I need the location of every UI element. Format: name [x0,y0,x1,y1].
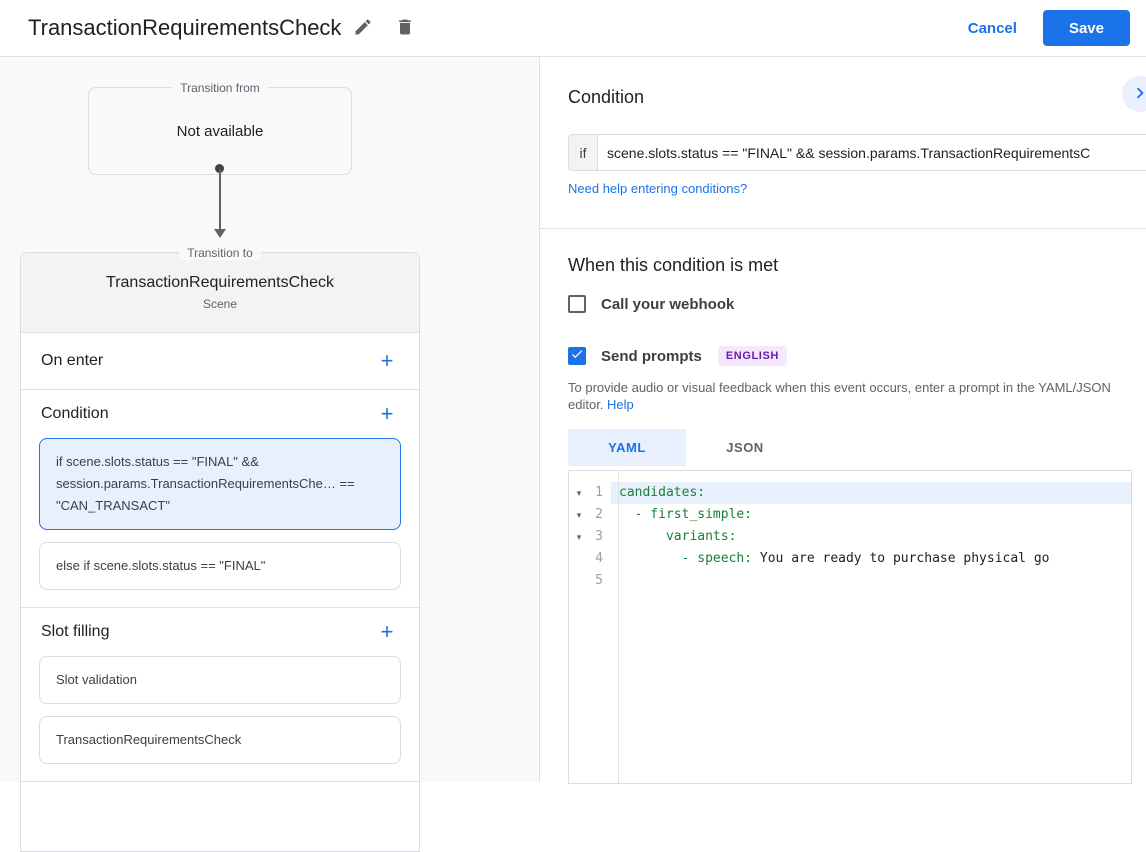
chevron-right-icon [1129,82,1146,107]
yaml-key: - first_simple: [619,507,753,522]
scene-card-header[interactable]: TransactionRequirementsCheck Scene [21,253,419,333]
cancel-button[interactable]: Cancel [968,20,1017,37]
header-actions: Cancel Save [968,10,1130,46]
checkmark-icon [570,347,584,366]
webhook-label: Call your webhook [601,295,735,313]
conditions-help-link[interactable]: Need help entering conditions? [568,181,747,196]
yaml-key: variants: [619,529,737,544]
scene-canvas: Transition from Not available Transition… [0,57,540,852]
add-condition-button[interactable]: + [373,400,401,428]
section-divider [540,228,1146,229]
webhook-row: Call your webhook [568,295,734,313]
fold-toggle-icon[interactable] [569,548,589,570]
fold-toggle-icon[interactable]: ▾ [569,504,589,526]
add-slot-filling-button[interactable]: + [373,618,401,646]
section-slot-filling: Slot filling + Slot validation Transacti… [21,608,419,782]
fold-toggle-icon[interactable]: ▾ [569,526,589,548]
webhook-checkbox[interactable] [568,295,586,313]
editor-line[interactable]: 4 - speech: You are ready to purchase ph… [569,548,1131,570]
delete-button[interactable] [385,8,425,48]
yaml-editor[interactable]: ▾ 1 candidates: ▾ 2 - first_simple: ▾ 3 … [568,470,1132,784]
line-number: 5 [595,573,603,588]
send-prompts-row: Send prompts ENGLISH [568,346,787,366]
add-on-enter-button[interactable]: + [373,347,401,375]
tab-yaml[interactable]: YAML [568,429,686,466]
fold-toggle-icon[interactable]: ▾ [569,482,589,504]
trash-icon [395,17,415,40]
condition-detail-panel: Condition if Need help entering conditio… [540,57,1146,784]
fold-toggle-icon[interactable] [569,570,589,592]
app-header: TransactionRequirementsCheck Cancel Save [0,0,1146,57]
transition-to-label: Transition to [179,246,261,260]
tab-json[interactable]: JSON [686,429,804,466]
gutter-divider [618,471,619,783]
connector-line [219,169,221,231]
line-number: 4 [595,551,603,566]
save-button[interactable]: Save [1042,10,1130,46]
condition-expression-row: if [568,134,1146,171]
prompts-description: To provide audio or visual feedback when… [568,379,1136,413]
line-number: 2 [595,507,603,522]
condition-item[interactable]: if scene.slots.status == "FINAL" && sess… [39,438,401,530]
condition-item[interactable]: else if scene.slots.status == "FINAL" [39,542,401,590]
transition-from-value: Not available [176,122,264,140]
slot-item[interactable]: Slot validation [39,656,401,704]
connector-arrow-icon [214,229,226,238]
line-number: 1 [595,485,603,500]
editor-line[interactable]: 5 [569,570,1131,592]
transition-to-card: Transition to TransactionRequirementsChe… [20,246,420,852]
code-line[interactable] [611,570,1131,592]
section-on-enter: On enter + [21,333,419,390]
transition-from-label: Transition from [172,81,268,95]
scene-title: TransactionRequirementsCheck [106,274,334,291]
condition-section-label: Condition [41,405,109,422]
panel-title: Condition [568,87,645,107]
editor-tabs: YAML JSON [568,429,804,466]
send-prompts-checkbox[interactable] [568,347,586,365]
editor-line[interactable]: ▾ 2 - first_simple: [569,504,1131,526]
code-line[interactable]: candidates: [611,482,1131,504]
line-number: 3 [595,529,603,544]
section-condition: Condition + if scene.slots.status == "FI… [21,390,419,608]
yaml-key: candidates: [619,485,706,500]
collapse-panel-button[interactable] [1122,76,1146,112]
code-line[interactable]: - first_simple: [611,504,1131,526]
slot-filling-label: Slot filling [41,623,110,640]
slot-item[interactable]: TransactionRequirementsCheck [39,716,401,764]
transition-from-box: Transition from Not available [88,81,352,175]
help-link[interactable]: Help [607,397,634,412]
on-enter-label: On enter [41,352,104,369]
yaml-value: You are ready to purchase physical go [759,551,1050,566]
send-prompts-label: Send prompts [601,347,702,365]
page-title: TransactionRequirementsCheck [28,15,342,40]
pencil-icon [353,17,373,40]
if-label: if [568,134,597,171]
when-met-title: When this condition is met [568,255,779,275]
yaml-key: - speech: [619,551,760,566]
code-line[interactable]: - speech: You are ready to purchase phys… [611,548,1131,570]
scene-subtitle: Scene [202,297,238,311]
editor-line[interactable]: ▾ 1 candidates: [569,482,1131,504]
prompts-description-text: To provide audio or visual feedback when… [568,380,1111,412]
edit-button[interactable] [343,8,383,48]
condition-expression-input[interactable] [597,134,1146,171]
language-badge: ENGLISH [717,346,787,366]
editor-line[interactable]: ▾ 3 variants: [569,526,1131,548]
code-line[interactable]: variants: [611,526,1131,548]
